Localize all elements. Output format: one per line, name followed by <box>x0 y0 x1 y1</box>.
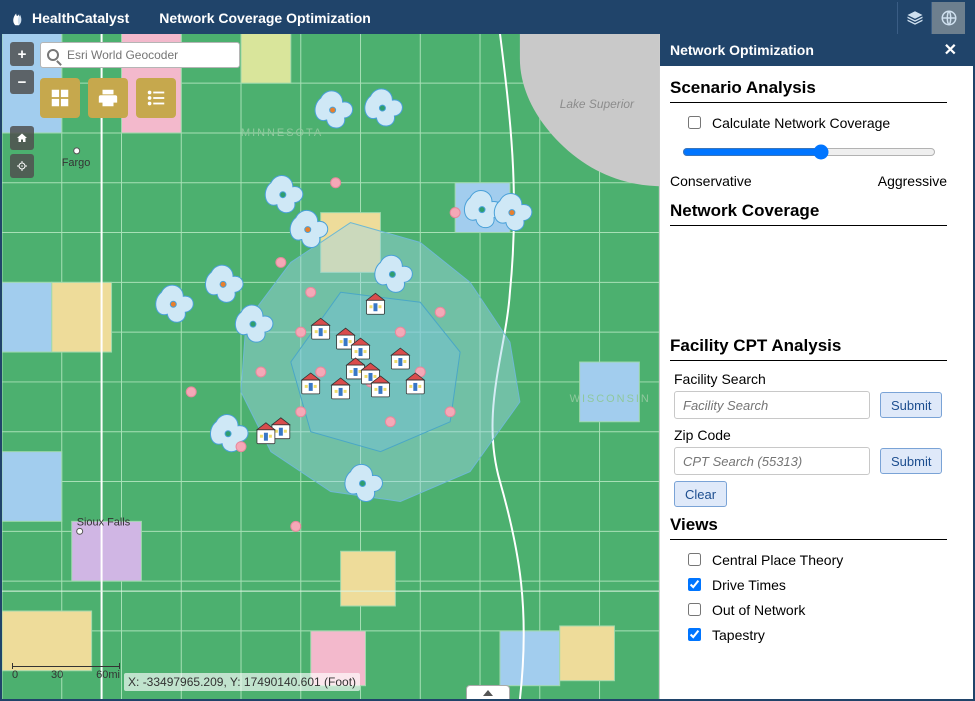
globe-button[interactable] <box>931 2 965 34</box>
zip-submit-button[interactable]: Submit <box>880 448 942 474</box>
slider-left-label: Conservative <box>670 173 752 189</box>
legend-button[interactable] <box>136 78 176 118</box>
lake-label: Lake Superior <box>560 97 635 111</box>
network-optimization-panel: Network Optimization ✕ Scenario Analysis… <box>659 34 973 699</box>
views-heading: Views <box>670 515 947 535</box>
coverage-heading: Network Coverage <box>670 201 947 221</box>
city-label-siouxfalls: Sioux Falls <box>77 516 131 528</box>
view-tapestry-input[interactable] <box>688 628 701 641</box>
view-oon-label: Out of Network <box>712 602 805 618</box>
panel-title: Network Optimization <box>670 42 814 58</box>
chevron-up-icon <box>483 690 493 696</box>
state-label-mn: MINNESOTA <box>241 127 323 139</box>
globe-icon <box>940 9 958 27</box>
panel-header: Network Optimization ✕ <box>660 34 973 66</box>
scale-bar: 0 30 60mi <box>12 666 120 681</box>
panel-body[interactable]: Scenario Analysis Calculate Network Cove… <box>660 66 973 699</box>
attribute-table-toggle[interactable] <box>466 685 510 699</box>
facility-search-input[interactable] <box>674 391 870 419</box>
view-oon-input[interactable] <box>688 603 701 616</box>
coords-status: X: -33497965.209, Y: 17490140.601 (Foot) <box>124 673 360 691</box>
view-tapestry-label: Tapestry <box>712 627 765 643</box>
section-views: Views Central Place Theory Drive Times O… <box>670 515 947 644</box>
panel-close-button[interactable]: ✕ <box>938 39 963 61</box>
view-drivetimes-input[interactable] <box>688 578 701 591</box>
grid-icon <box>49 87 71 109</box>
brand: HealthCatalyst <box>10 9 129 27</box>
facility-search-label: Facility Search <box>674 371 947 387</box>
section-coverage: Network Coverage <box>670 201 947 332</box>
printer-icon <box>97 87 119 109</box>
view-cpt-label: Central Place Theory <box>712 552 843 568</box>
brand-flame-icon <box>10 9 26 27</box>
search-input[interactable] <box>65 47 235 63</box>
scenario-heading: Scenario Analysis <box>670 78 947 98</box>
scale-mid: 30 <box>51 669 63 681</box>
section-scenario: Scenario Analysis Calculate Network Cove… <box>670 78 947 189</box>
geocoder-search[interactable] <box>40 42 240 68</box>
zoom-out-button[interactable]: − <box>10 70 34 94</box>
view-outofnetwork[interactable]: Out of Network <box>684 600 947 619</box>
calc-coverage-label: Calculate Network Coverage <box>712 115 890 131</box>
home-icon <box>16 131 28 145</box>
scale-min: 0 <box>12 669 18 681</box>
view-cpt[interactable]: Central Place Theory <box>684 550 947 569</box>
zip-label: Zip Code <box>674 427 947 443</box>
facility-submit-button[interactable]: Submit <box>880 392 942 418</box>
layers-button[interactable] <box>897 2 931 34</box>
calc-coverage-input[interactable] <box>688 116 701 129</box>
calc-coverage-checkbox[interactable]: Calculate Network Coverage <box>684 113 947 132</box>
locate-icon <box>16 159 28 173</box>
section-cpt: Facility CPT Analysis Facility Search Su… <box>670 336 947 507</box>
city-label-fargo: Fargo <box>62 157 91 169</box>
map-tool-row <box>40 78 176 118</box>
basemap-gallery-button[interactable] <box>40 78 80 118</box>
slider-right-label: Aggressive <box>878 173 947 189</box>
locate-button[interactable] <box>10 154 34 178</box>
scenario-slider[interactable] <box>682 144 936 160</box>
zip-input[interactable] <box>674 447 870 475</box>
app-header: HealthCatalyst Network Coverage Optimiza… <box>2 2 973 34</box>
scale-max: 60mi <box>96 669 120 681</box>
zoom-controls: + − <box>10 42 34 178</box>
list-icon <box>145 87 167 109</box>
view-cpt-input[interactable] <box>688 553 701 566</box>
clear-button[interactable]: Clear <box>674 481 727 507</box>
layers-icon <box>906 9 924 27</box>
cpt-heading: Facility CPT Analysis <box>670 336 947 356</box>
state-label-wi: WISCONSIN <box>570 393 651 405</box>
print-button[interactable] <box>88 78 128 118</box>
brand-label: HealthCatalyst <box>32 10 129 26</box>
zoom-in-button[interactable]: + <box>10 42 34 66</box>
home-extent-button[interactable] <box>10 126 34 150</box>
view-drivetimes[interactable]: Drive Times <box>684 575 947 594</box>
map-stage: Lake Superior MINNESOTA WISCONSIN Fargo … <box>2 34 973 699</box>
search-icon <box>47 49 59 61</box>
header-tools <box>897 2 965 34</box>
view-tapestry[interactable]: Tapestry <box>684 625 947 644</box>
app-title: Network Coverage Optimization <box>159 10 371 26</box>
view-drivetimes-label: Drive Times <box>712 577 786 593</box>
